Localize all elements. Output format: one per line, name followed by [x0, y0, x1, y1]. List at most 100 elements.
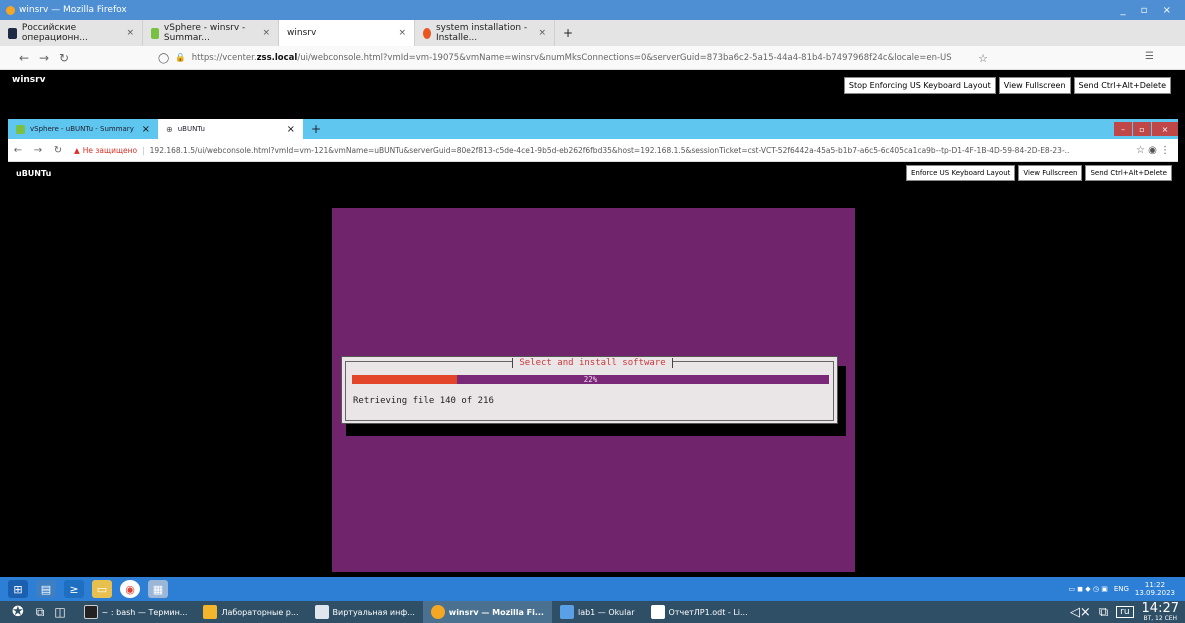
task-okular[interactable]: lab1 — Okular	[552, 601, 643, 623]
ctrl-alt-del-button[interactable]: Send Ctrl+Alt+Delete	[1085, 165, 1172, 181]
dialog-title: Select and install software	[512, 358, 673, 368]
tab-label: vSphere - winsrv - Summar...	[163, 23, 246, 43]
new-tab-button[interactable]: +	[311, 122, 321, 136]
maximize-icon[interactable]: ▫	[1133, 122, 1151, 136]
firefox-icon	[430, 605, 445, 619]
outer-tab-1[interactable]: Российские операционн... ×	[0, 20, 143, 46]
tray-lang[interactable]: ENG	[1114, 585, 1129, 593]
explorer-icon[interactable]: ▭	[92, 580, 112, 598]
back-icon[interactable]: ←	[8, 145, 28, 156]
url-path: /ui/webconsole.html?vmId=vm-19075&vmName…	[297, 53, 952, 63]
firefox-icon	[6, 5, 15, 15]
lock-icon: 🔒	[175, 53, 186, 63]
tab-label: system installation - Installe...	[435, 23, 528, 43]
server-manager-icon[interactable]: ▤	[36, 580, 56, 598]
fullscreen-button[interactable]: View Fullscreen	[998, 76, 1071, 94]
progress-bar: 22%	[352, 375, 829, 384]
close-window-icon[interactable]: ×	[1152, 122, 1178, 136]
close-icon[interactable]: ×	[538, 28, 546, 38]
network-icon[interactable]: ⧉	[1099, 605, 1108, 620]
reload-icon[interactable]: ↻	[54, 51, 74, 65]
reload-icon[interactable]: ↻	[48, 145, 68, 156]
task-terminal[interactable]: ~ : bash — Термин...	[76, 601, 196, 623]
inner-tab-2[interactable]: ⊕ uBUNTu ×	[158, 119, 303, 139]
close-icon[interactable]: ×	[398, 28, 406, 38]
task-label: winsrv — Mozilla Fi...	[448, 607, 544, 617]
close-icon[interactable]: ×	[142, 124, 150, 135]
fullscreen-button[interactable]: View Fullscreen	[1018, 165, 1083, 181]
vsphere-icon	[16, 124, 25, 134]
ubuntu-icon	[423, 27, 431, 39]
console-title: uBUNTu	[16, 168, 52, 178]
dialog-frame	[345, 361, 834, 421]
status-text: Retrieving file 140 of 216	[353, 396, 494, 406]
progress-label: 22%	[583, 375, 598, 384]
inner-url-text[interactable]: 192.168.1.5/ui/webconsole.html?vmId=vm-1…	[150, 146, 1070, 155]
forward-icon[interactable]: →	[28, 145, 48, 156]
new-tab-button[interactable]: +	[555, 20, 581, 46]
desktop-icon[interactable]: ⧉	[36, 605, 45, 620]
shield-icon[interactable]: ◯	[158, 53, 169, 64]
task-label: Виртуальная инф...	[332, 607, 415, 617]
tab-label: vSphere - uBUNTu - Summary	[30, 125, 134, 133]
keyboard-layout-button[interactable]: Enforce US Keyboard Layout	[905, 165, 1016, 181]
app-launcher-icon[interactable]: ✪	[12, 604, 24, 620]
url-divider: |	[142, 145, 145, 155]
profile-icon[interactable]: ☆ ◉ ⋮	[1136, 145, 1170, 156]
outer-tab-4[interactable]: system installation - Installe... ×	[415, 20, 555, 46]
inner-navbar: ← → ↻ ▲ Не защищено | 192.168.1.5/ui/web…	[8, 139, 1178, 162]
keyboard-layout-indicator[interactable]: ru	[1116, 606, 1134, 618]
close-icon[interactable]: ×	[262, 28, 270, 38]
vsphere-icon	[151, 27, 159, 39]
close-icon[interactable]: ×	[126, 28, 134, 38]
outer-tab-3[interactable]: winsrv ×	[279, 20, 415, 46]
task-firefox[interactable]: winsrv — Mozilla Fi...	[422, 601, 552, 623]
terminal-icon	[83, 605, 98, 619]
clock[interactable]: 14:27 ВТ, 12 СЕН	[1142, 602, 1179, 622]
powershell-icon[interactable]: ≥	[64, 580, 84, 598]
tray-clock[interactable]: 11:22 13.09.2023	[1135, 581, 1175, 597]
inner-taskbar: ⊞ ▤ ≥ ▭ ◉ ▦ ▭ ◼ ◆ ◷ ▣ ENG 11:22 13.09.20…	[0, 577, 1185, 601]
task-writer[interactable]: ОтчетЛР1.odt - Li...	[643, 601, 756, 623]
outer-system-tray: ◁× ⧉ ru 14:27 ВТ, 12 СЕН	[1070, 602, 1185, 622]
tab-label: winsrv	[287, 28, 317, 38]
volume-icon[interactable]: ◁×	[1070, 605, 1091, 620]
not-secure-label[interactable]: Не защищено	[83, 146, 137, 155]
task-label: ОтчетЛР1.odt - Li...	[668, 607, 748, 617]
task-document[interactable]: Виртуальная инф...	[307, 601, 423, 623]
back-icon[interactable]: ←	[14, 51, 34, 65]
site-icon	[8, 27, 17, 39]
outer-window-title: winsrv — Mozilla Firefox	[19, 5, 127, 15]
inner-tab-1[interactable]: vSphere - uBUNTu - Summary ×	[8, 119, 158, 139]
pocket-icon[interactable]: ☰	[1145, 51, 1154, 62]
ctrl-alt-del-button[interactable]: Send Ctrl+Alt+Delete	[1073, 76, 1171, 94]
tray-icons[interactable]: ▭ ◼ ◆ ◷ ▣	[1068, 585, 1107, 593]
folder-icon	[203, 605, 218, 619]
inner-system-tray: ▭ ◼ ◆ ◷ ▣ ENG 11:22 13.09.2023	[1068, 581, 1175, 597]
app-icon[interactable]: ▦	[148, 580, 168, 598]
files-icon[interactable]: ◫	[54, 605, 65, 619]
bookmark-star-icon[interactable]: ☆	[978, 52, 988, 65]
url-prefix: https://vcenter.	[191, 53, 257, 63]
task-folder[interactable]: Лабораторные р...	[195, 601, 306, 623]
okular-icon	[559, 605, 574, 619]
chrome-icon[interactable]: ◉	[120, 580, 140, 598]
windows-start-icon[interactable]: ⊞	[8, 580, 28, 598]
ubuntu-console-toolbar: uBUNTu Enforce US Keyboard Layout View F…	[8, 162, 1178, 184]
task-label: lab1 — Okular	[577, 607, 635, 617]
document-icon	[314, 605, 329, 619]
outer-url-bar[interactable]: ◯ 🔒 https://vcenter. zss.local/ui/webcons…	[158, 49, 988, 67]
globe-icon: ⊕	[166, 124, 173, 134]
keyboard-layout-button[interactable]: Stop Enforcing US Keyboard Layout	[843, 76, 996, 94]
window-controls[interactable]: _ ▫ ×	[1120, 5, 1177, 16]
outer-tab-2[interactable]: vSphere - winsrv - Summar... ×	[143, 20, 279, 46]
close-icon[interactable]: ×	[287, 124, 295, 135]
outer-tab-strip: Российские операционн... × vSphere - win…	[0, 20, 1185, 46]
tab-label: uBUNTu	[177, 125, 205, 133]
forward-icon[interactable]: →	[34, 51, 54, 65]
minimize-icon[interactable]: –	[1114, 122, 1132, 136]
dialog-title-row: Select and install software	[0, 350, 1185, 369]
writer-icon	[650, 605, 665, 619]
inner-window-controls[interactable]: – ▫ ×	[1114, 122, 1178, 136]
outer-window-titlebar: winsrv — Mozilla Firefox _ ▫ ×	[0, 0, 1185, 20]
